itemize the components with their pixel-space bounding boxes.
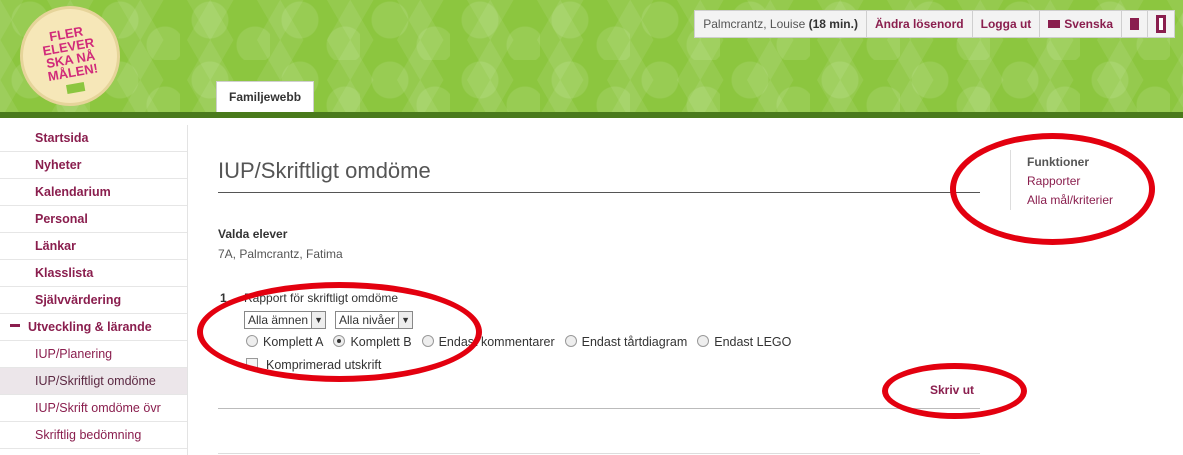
window-button[interactable] bbox=[1148, 11, 1174, 37]
language-selector[interactable]: Svenska bbox=[1040, 11, 1122, 37]
sidebar-item-sjalvvardering[interactable]: Självvärdering bbox=[0, 287, 187, 314]
divider bbox=[218, 408, 980, 409]
sidebar-item-klasslista[interactable]: Klasslista bbox=[0, 260, 187, 287]
sidebar-item-iup-skrift-ovr[interactable]: IUP/Skrift omdöme övr bbox=[0, 395, 187, 422]
print-button[interactable] bbox=[1122, 11, 1148, 37]
radio-endast-lego[interactable]: Endast LEGO bbox=[697, 335, 791, 349]
sidebar: Startsida Nyheter Kalendarium Personal L… bbox=[0, 125, 188, 455]
divider bbox=[218, 453, 980, 454]
flag-icon bbox=[1048, 20, 1061, 28]
user-info: Palmcrantz, Louise (18 min.) bbox=[695, 11, 867, 37]
sidebar-item-personal[interactable]: Personal bbox=[0, 206, 187, 233]
divider bbox=[218, 192, 980, 193]
annotation-ellipse bbox=[950, 133, 1155, 245]
logo-tag bbox=[66, 82, 86, 94]
radio-icon bbox=[697, 335, 710, 347]
annotation-ellipse bbox=[882, 363, 1027, 419]
top-bar: Palmcrantz, Louise (18 min.) Ändra lösen… bbox=[694, 10, 1175, 38]
sidebar-item-utveckling[interactable]: Utveckling & lärande bbox=[0, 314, 187, 341]
language-label: Svenska bbox=[1064, 17, 1113, 31]
user-name: Palmcrantz, Louise bbox=[703, 17, 806, 31]
session-time: (18 min.) bbox=[808, 17, 858, 31]
sidebar-item-iup-skriftligt[interactable]: IUP/Skriftligt omdöme bbox=[0, 368, 187, 395]
sidebar-item-lankar[interactable]: Länkar bbox=[0, 233, 187, 260]
radio-endast-tartdiagram[interactable]: Endast tårtdiagram bbox=[564, 335, 688, 349]
change-password-link[interactable]: Ändra lösenord bbox=[867, 11, 973, 37]
annotation-ellipse bbox=[197, 282, 482, 382]
page-title: IUP/Skriftligt omdöme bbox=[218, 158, 431, 183]
collapse-icon bbox=[10, 324, 20, 327]
radio-icon bbox=[564, 335, 577, 347]
logout-link[interactable]: Logga ut bbox=[973, 11, 1041, 37]
sidebar-item-startsida[interactable]: Startsida bbox=[0, 125, 187, 152]
header: FLER ELEVER SKA NÅ MÅLEN! Palmcrantz, Lo… bbox=[0, 0, 1183, 118]
radio-label: Endast tårtdiagram bbox=[581, 335, 688, 349]
selected-students-label: Valda elever bbox=[218, 227, 288, 241]
student-name: 7A, Palmcrantz, Fatima bbox=[218, 247, 343, 261]
logo-text: FLER ELEVER SKA NÅ MÅLEN! bbox=[41, 23, 100, 85]
window-icon bbox=[1156, 15, 1166, 33]
radio-label: Endast LEGO bbox=[714, 335, 792, 349]
sidebar-item-label: Utveckling & lärande bbox=[28, 320, 152, 334]
sidebar-item-skriftlig-bedomning[interactable]: Skriftlig bedömning bbox=[0, 422, 187, 449]
sidebar-item-iup-planering[interactable]: IUP/Planering bbox=[0, 341, 187, 368]
printer-icon bbox=[1130, 18, 1139, 30]
sidebar-item-nyheter[interactable]: Nyheter bbox=[0, 152, 187, 179]
sidebar-item-kalendarium[interactable]: Kalendarium bbox=[0, 179, 187, 206]
tab-familjewebb[interactable]: Familjewebb bbox=[216, 81, 315, 112]
